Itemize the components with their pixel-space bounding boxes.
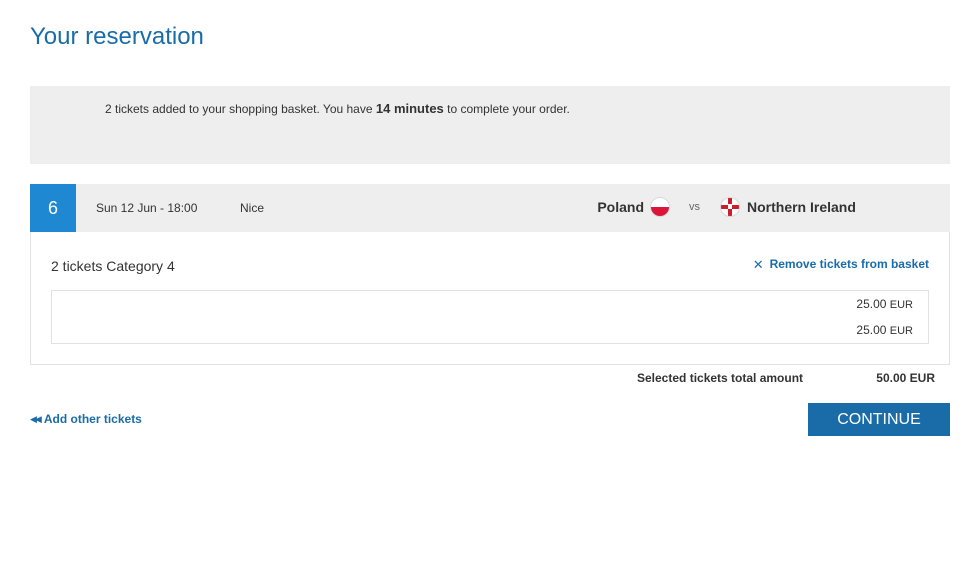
home-team: Poland [597,199,644,215]
northern-ireland-flag-icon [720,197,740,217]
ticket-currency: EUR [889,325,913,337]
match-header: 6 Sun 12 Jun - 18:00 Nice Poland vs Nort… [30,184,950,232]
ticket-price-row: 25.00 EUR [856,323,913,337]
ticket-price: 25.00 [856,323,887,337]
rewind-icon: ◀◀ [30,413,42,424]
poland-flag-icon [650,197,670,217]
away-team: Northern Ireland [747,199,856,215]
ticket-currency: EUR [889,299,913,311]
match-city: Nice [240,201,265,215]
remove-tickets-link[interactable]: ✕ Remove tickets from basket [753,257,929,271]
match-number: 6 [30,184,76,232]
close-icon: ✕ [752,256,764,272]
page-title: Your reservation [30,23,204,50]
total-amount-value: 50.00 EUR [876,371,935,385]
basket-notice: 2 tickets added to your shopping basket.… [30,86,950,164]
continue-button[interactable]: CONTINUE [808,403,950,436]
versus-label: vs [689,201,700,213]
total-amount-label: Selected tickets total amount [637,371,804,385]
ticket-price-list: 25.00 EUR 25.00 EUR [51,290,929,344]
notice-time: 14 minutes [375,101,444,116]
ticket-category: 2 tickets Category 4 [51,258,175,274]
ticket-price: 25.00 [856,297,887,311]
add-other-tickets-link[interactable]: ◀◀ Add other tickets [30,412,142,426]
notice-suffix: to complete your order. [443,102,570,116]
basket-panel: 2 tickets Category 4 ✕ Remove tickets fr… [30,232,950,365]
notice-prefix: 2 tickets added to your shopping basket.… [105,102,376,116]
remove-tickets-label: Remove tickets from basket [769,257,929,271]
ticket-price-row: 25.00 EUR [856,297,913,311]
notice-text: 2 tickets added to your shopping basket.… [105,101,570,117]
match-date: Sun 12 Jun - 18:00 [96,201,198,215]
add-other-tickets-label: Add other tickets [43,412,142,426]
